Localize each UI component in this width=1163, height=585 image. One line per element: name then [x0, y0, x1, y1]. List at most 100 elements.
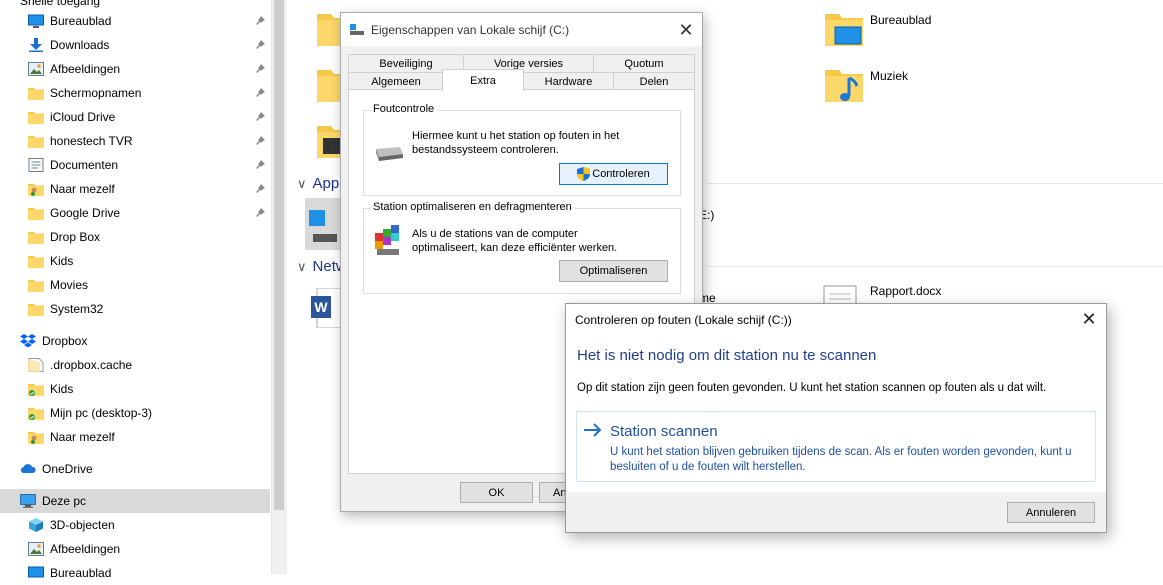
nav-item-movies[interactable]: Movies — [0, 273, 270, 297]
tab-extra[interactable]: Extra — [442, 69, 524, 91]
pin-icon — [256, 208, 265, 217]
tab-label: Delen — [640, 76, 669, 88]
nav-item-label: Dropbox — [42, 334, 87, 348]
pin-icon — [256, 16, 265, 25]
close-icon: ✕ — [1081, 309, 1096, 330]
folder-user-icon — [28, 430, 44, 444]
dialog-info-text: Op dit station zijn geen fouten gevonden… — [577, 382, 1046, 394]
nav-item-label: Snelle toegang — [20, 0, 100, 8]
folder-blank-icon — [28, 358, 44, 372]
uac-shield-icon — [577, 167, 590, 181]
cloud-icon — [20, 462, 36, 476]
nav-item-bureaublad[interactable]: Bureaublad — [0, 9, 270, 33]
folder-icon — [28, 230, 44, 244]
cancel-button[interactable]: Annuleren — [1007, 502, 1095, 523]
folder-synced-icon — [28, 382, 44, 396]
group-label: Station optimaliseren en defragmenteren — [370, 201, 575, 213]
computer-icon — [20, 494, 36, 508]
nav-item-dropbox-kids[interactable]: Kids — [0, 377, 270, 401]
tab-label: Beveiliging — [379, 58, 432, 70]
nav-item-deze-pc[interactable]: Deze pc — [0, 489, 270, 513]
button-label: Controleren — [592, 168, 649, 180]
svg-text:W: W — [314, 299, 328, 315]
dropbox-icon — [20, 334, 36, 348]
nav-item-dropbox-cache[interactable]: .dropbox.cache — [0, 353, 270, 377]
check-button[interactable]: Controleren — [559, 163, 668, 185]
dialog-heading: Het is niet nodig om dit station nu te s… — [577, 347, 876, 364]
error-check-description: Hiermee kunt u het station op fouten in … — [412, 129, 642, 157]
button-label: Annuleren — [1026, 507, 1076, 519]
ok-button[interactable]: OK — [460, 482, 533, 503]
scan-drive-command-link[interactable]: Station scannen U kunt het station blijv… — [576, 411, 1096, 482]
desktop-icon — [28, 14, 44, 28]
error-check-group: Foutcontrole Hiermee kunt u het station … — [363, 110, 681, 196]
nav-item-onedrive[interactable]: OneDrive — [0, 457, 270, 481]
nav-item-label: Schermopnamen — [50, 86, 141, 100]
word-doc-icon[interactable]: W — [311, 288, 343, 328]
music-folder-icon[interactable] — [825, 66, 863, 104]
nav-item-label: Afbeeldingen — [50, 62, 120, 76]
nav-item-system32[interactable]: System32 — [0, 297, 270, 321]
folder-icon — [28, 206, 44, 220]
nav-item-naar-mezelf[interactable]: Naar mezelf — [0, 177, 270, 201]
tab-quotum[interactable]: Quotum — [593, 54, 695, 73]
tab-label: Quotum — [624, 58, 663, 70]
nav-item-label: Movies — [50, 278, 88, 292]
optimize-button[interactable]: Optimaliseren — [559, 260, 668, 282]
nav-item-label: Bureaublad — [50, 14, 111, 28]
pin-icon — [256, 184, 265, 193]
folder-icon — [28, 86, 44, 100]
folder-icon — [28, 110, 44, 124]
nav-item-label: 3D-objecten — [50, 518, 115, 532]
pin-icon — [256, 88, 265, 97]
arrow-right-icon — [583, 422, 603, 438]
pin-icon — [256, 112, 265, 121]
nav-item-label: OneDrive — [42, 462, 93, 476]
nav-item-mijn-pc[interactable]: Mijn pc (desktop-3) — [0, 401, 270, 425]
nav-scrollbar-thumb[interactable] — [274, 0, 284, 510]
nav-item-label: Documenten — [50, 158, 118, 172]
nav-item-label: Mijn pc (desktop-3) — [50, 406, 152, 420]
folder-label: Muziek — [870, 69, 908, 83]
pin-icon — [256, 40, 265, 49]
nav-item-drop-box[interactable]: Drop Box — [0, 225, 270, 249]
system-drive-icon[interactable] — [305, 198, 345, 250]
nav-item-label: Naar mezelf — [50, 182, 115, 196]
dialog-body: Het is niet nodig om dit station nu te s… — [566, 334, 1106, 492]
command-link-title: Station scannen — [610, 423, 718, 440]
chevron-down-icon: ∨ — [297, 176, 307, 192]
dialog-titlebar[interactable]: Eigenschappen van Lokale schijf (C:) ✕ — [341, 13, 702, 46]
nav-item-icloud-drive[interactable]: iCloud Drive — [0, 105, 270, 129]
chevron-down-icon: ∨ — [297, 259, 307, 275]
dialog-title: Controleren op fouten (Lokale schijf (C:… — [575, 313, 792, 327]
nav-item-downloads[interactable]: Downloads — [0, 33, 270, 57]
nav-item-label: Naar mezelf — [50, 430, 115, 444]
nav-item-documenten[interactable]: Documenten — [0, 153, 270, 177]
optimize-group: Station optimaliseren en defragmenteren … — [363, 208, 681, 294]
drive-icon — [350, 24, 364, 36]
nav-item-kids[interactable]: Kids — [0, 249, 270, 273]
optimize-description: Als u de stations van de computer optima… — [412, 227, 642, 255]
pictures-icon — [28, 542, 44, 556]
close-button[interactable]: ✕ — [1074, 307, 1104, 331]
nav-item-label: Bureaublad — [50, 566, 111, 580]
nav-item-label: Google Drive — [50, 206, 120, 220]
close-icon: ✕ — [678, 20, 693, 41]
nav-item-label: honestech TVR — [50, 134, 133, 148]
pictures-icon — [28, 62, 44, 76]
nav-item-google-drive[interactable]: Google Drive — [0, 201, 270, 225]
nav-item-pc-bureaublad[interactable]: Bureaublad — [0, 561, 270, 585]
desktop-icon — [28, 566, 44, 580]
desktop-folder-icon[interactable] — [825, 10, 863, 48]
nav-item-dropbox-naar-mezelf[interactable]: Naar mezelf — [0, 425, 270, 449]
nav-item-3d-objecten[interactable]: 3D-objecten — [0, 513, 270, 537]
folder-icon — [28, 134, 44, 148]
close-button[interactable]: ✕ — [672, 18, 700, 42]
documents-icon — [28, 158, 44, 172]
nav-item-dropbox[interactable]: Dropbox — [0, 329, 270, 353]
nav-item-honestech-tvr[interactable]: honestech TVR — [0, 129, 270, 153]
dialog-titlebar[interactable]: Controleren op fouten (Lokale schijf (C:… — [566, 304, 1106, 334]
nav-item-schermopnamen[interactable]: Schermopnamen — [0, 81, 270, 105]
nav-item-afbeeldingen[interactable]: Afbeeldingen — [0, 57, 270, 81]
nav-item-pc-afbeeldingen[interactable]: Afbeeldingen — [0, 537, 270, 561]
